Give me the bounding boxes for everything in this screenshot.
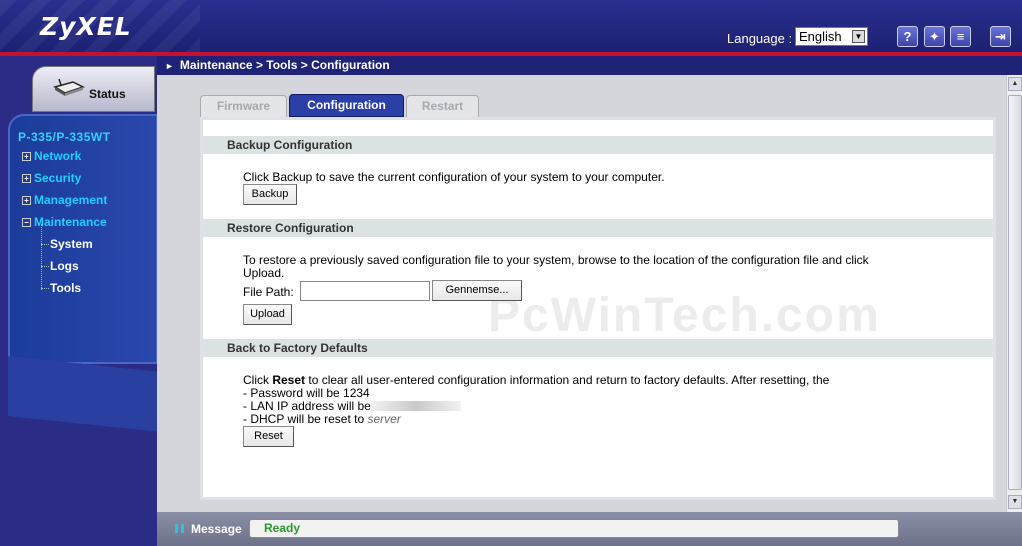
- language-value: English: [799, 29, 842, 44]
- file-path-input[interactable]: [300, 281, 430, 301]
- factory-text-pre: Click: [243, 373, 273, 387]
- sidebar-item-label: Management: [34, 193, 108, 207]
- language-select[interactable]: English ▼: [795, 27, 868, 46]
- language-label: Language :: [727, 31, 793, 46]
- sidebar-item-label: Security: [34, 171, 82, 185]
- dhcp-text: - DHCP will be reset to: [243, 412, 365, 426]
- grip-icon: [175, 524, 184, 533]
- status-label: Status: [89, 87, 126, 101]
- dhcp-note: - DHCP will be reset to server: [243, 413, 401, 426]
- tab-configuration[interactable]: Configuration: [289, 94, 404, 117]
- upload-button[interactable]: Upload: [243, 304, 292, 325]
- restore-description-line2: Upload.: [243, 266, 285, 280]
- chevron-down-icon: ▼: [852, 30, 865, 43]
- breadcrumb-bar: ► Maintenance > Tools > Configuration: [157, 56, 1022, 75]
- scroll-down-icon[interactable]: ▼: [1008, 495, 1022, 509]
- browse-button[interactable]: Gennemse...: [432, 280, 522, 301]
- expand-icon: +: [22, 152, 31, 161]
- sidebar-item-tools[interactable]: Tools: [50, 281, 81, 295]
- watermark: PcWinTech.com: [488, 289, 881, 342]
- blurred-ip: [370, 401, 461, 411]
- tree-branch: [41, 266, 49, 267]
- backup-button[interactable]: Backup: [243, 184, 297, 205]
- wizard-icon[interactable]: ✦: [924, 26, 945, 47]
- device-model: P-335/P-335WT: [18, 130, 111, 144]
- vertical-scrollbar[interactable]: ▲ ▼: [1006, 75, 1022, 512]
- tree-branch: [41, 288, 49, 289]
- sidebar-item-label: Network: [34, 149, 82, 163]
- sidebar-item-management[interactable]: + Management: [22, 193, 107, 207]
- lan-ip-text: - LAN IP address will be: [243, 399, 371, 413]
- factory-text-bold: Reset: [272, 373, 306, 387]
- tab-firmware[interactable]: Firmware: [200, 95, 287, 117]
- sidebar-item-label: Maintenance: [34, 215, 107, 229]
- sidebar-item-network[interactable]: + Network: [22, 149, 81, 163]
- tree-branch: [41, 244, 49, 245]
- message-label: Message: [191, 522, 242, 536]
- restore-description-line1: To restore a previously saved configurat…: [243, 253, 869, 267]
- sidebar-item-logs[interactable]: Logs: [50, 259, 79, 273]
- zyxel-logo: ZyXEL: [40, 12, 132, 41]
- backup-description: Click Backup to save the current configu…: [243, 170, 665, 184]
- sidebar-item-maintenance[interactable]: − Maintenance: [22, 215, 107, 229]
- expand-icon: +: [22, 174, 31, 183]
- scroll-up-icon[interactable]: ▲: [1008, 77, 1022, 91]
- router-icon: [53, 78, 85, 96]
- dhcp-value: server: [367, 412, 401, 426]
- message-status: Ready: [249, 519, 899, 538]
- header-bar: ZyXEL Language : English ▼ ? ✦ ≡ ⇥: [0, 0, 1022, 52]
- collapse-icon: −: [22, 218, 31, 227]
- sidebar-item-security[interactable]: + Security: [22, 171, 81, 185]
- backup-section-title: Backup Configuration: [203, 136, 993, 154]
- restore-section-title: Restore Configuration: [203, 219, 993, 237]
- help-icon[interactable]: ?: [897, 26, 918, 47]
- breadcrumb: Maintenance > Tools > Configuration: [179, 58, 390, 72]
- factory-section-title: Back to Factory Defaults: [203, 339, 993, 357]
- main-area: Firmware Configuration Restart PcWinTech…: [157, 75, 1006, 512]
- logout-icon[interactable]: ⇥: [990, 26, 1011, 47]
- factory-text-post: to clear all user-entered configuration …: [305, 373, 830, 387]
- expand-icon: +: [22, 196, 31, 205]
- file-path-label: File Path:: [243, 285, 294, 299]
- tree-line: [41, 224, 42, 290]
- sidebar: Status P-335/P-335WT + Network + Security …: [0, 56, 157, 546]
- arrow-right-icon: ►: [165, 61, 174, 71]
- notes-icon[interactable]: ≡: [950, 26, 971, 47]
- message-bar: Message Ready: [157, 512, 1022, 546]
- tab-restart[interactable]: Restart: [406, 95, 479, 117]
- sidebar-item-system[interactable]: System: [50, 237, 93, 251]
- nav-panel-base: [8, 356, 157, 432]
- reset-button[interactable]: Reset: [243, 426, 294, 447]
- status-tab[interactable]: Status: [32, 66, 155, 112]
- scroll-thumb[interactable]: [1008, 95, 1022, 490]
- content-panel: PcWinTech.com Backup Configuration Click…: [200, 117, 996, 500]
